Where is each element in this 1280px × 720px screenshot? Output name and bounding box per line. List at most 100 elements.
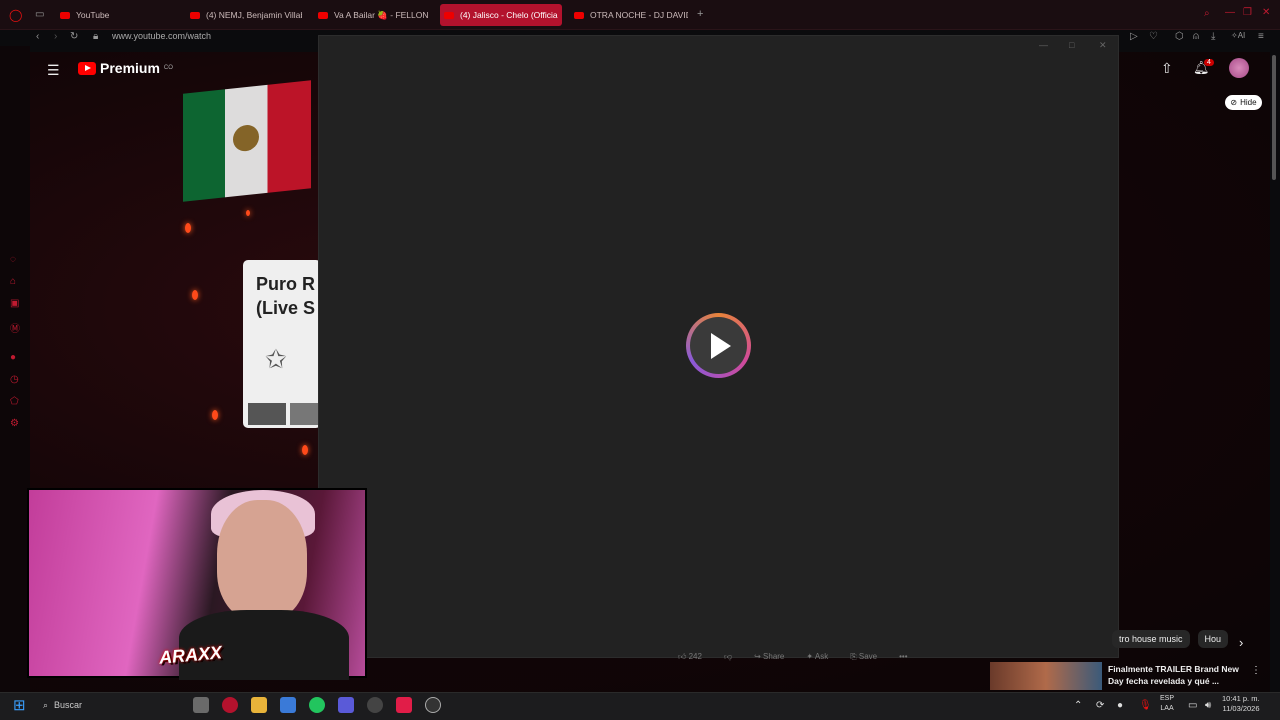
volume-icon[interactable]: 🔊︎ xyxy=(1205,700,1211,711)
ember-decoration xyxy=(302,445,308,455)
download-icon[interactable]: ⤓ xyxy=(1211,31,1215,42)
ember-decoration xyxy=(212,410,218,420)
tab-youtube[interactable]: YouTube xyxy=(56,4,176,26)
player-maximize-icon[interactable]: □ xyxy=(1069,40,1074,50)
sidebar-history-icon[interactable]: ◷ xyxy=(10,374,19,385)
new-tab-button[interactable]: + xyxy=(697,8,703,20)
sidebar-music-icon[interactable]: ● xyxy=(10,352,16,363)
video-thumbnail xyxy=(990,662,1102,690)
youtube-premium-logo[interactable]: Premium CO xyxy=(78,60,173,76)
eye-off-icon: ⊘ xyxy=(1230,98,1238,107)
category-chips: tro house music Hou xyxy=(1112,630,1229,648)
sidebar-messenger-icon[interactable]: ▣ xyxy=(10,298,19,309)
opera-taskbar-icon[interactable] xyxy=(222,697,238,713)
hide-label: Hide xyxy=(1240,98,1257,107)
hamburger-menu-icon[interactable]: ☰ xyxy=(47,62,60,79)
hide-button[interactable]: ⊘ Hide xyxy=(1225,95,1262,110)
restore-window-icon[interactable]: ❐ xyxy=(1243,7,1252,18)
search-tabs-icon[interactable]: ⌕ xyxy=(1204,8,1210,19)
microphone-icon[interactable]: 🎙︎ xyxy=(1139,700,1152,711)
player-icon[interactable]: ▷ xyxy=(1130,31,1138,42)
close-window-icon[interactable]: ✕ xyxy=(1262,7,1270,18)
youtube-favicon-icon xyxy=(574,11,584,19)
play-button[interactable] xyxy=(686,313,751,378)
taskbar-clock[interactable]: 10:41 p. m. 11/03/2026 xyxy=(1222,694,1260,714)
player-minimize-icon[interactable]: — xyxy=(1039,40,1048,50)
reload-icon[interactable]: ↻ xyxy=(70,31,78,42)
file-explorer-icon[interactable] xyxy=(251,697,267,713)
back-icon[interactable]: ‹ xyxy=(36,31,39,42)
tab-label: (4) NEMJ, Benjamin Villab xyxy=(206,10,302,20)
save-label: Save xyxy=(858,652,878,661)
browser-tab-bar: ◯ ▭ YouTube (4) NEMJ, Benjamin Villab Va… xyxy=(0,0,1280,30)
player-close-icon[interactable]: ✕ xyxy=(1099,40,1107,51)
clock-time: 10:41 p. m. xyxy=(1222,694,1260,703)
tiktok-icon[interactable] xyxy=(396,697,412,713)
kebab-menu-icon[interactable]: ⋮ xyxy=(1251,665,1261,676)
save-button[interactable]: ⎘ Save xyxy=(850,652,877,666)
tray-app-icon[interactable]: ● xyxy=(1117,700,1123,711)
tab-otra-noche[interactable]: OTRA NOCHE - DJ DAVID xyxy=(570,4,688,26)
windows-start-icon[interactable]: ⊞ xyxy=(13,696,26,714)
share-label: Share xyxy=(763,652,785,661)
profile-icon[interactable]: ⍝ xyxy=(1193,31,1199,42)
tab-overview-icon[interactable]: ▭ xyxy=(35,9,44,20)
sync-icon[interactable]: ⟳ xyxy=(1096,700,1104,711)
tab-nemj[interactable]: (4) NEMJ, Benjamin Villab xyxy=(186,4,302,26)
task-view-icon[interactable] xyxy=(193,697,209,713)
country-code: CO xyxy=(163,65,173,71)
ember-decoration xyxy=(185,223,191,233)
album-card[interactable]: Puro R (Live S ✩ xyxy=(243,260,321,428)
lang-code: ESP xyxy=(1160,695,1175,702)
media-player-icon[interactable] xyxy=(425,697,441,713)
upload-icon[interactable]: ⇧ xyxy=(1161,60,1173,77)
youtube-logo-icon xyxy=(78,61,96,75)
lock-icon: 🔒︎ xyxy=(93,31,99,42)
webcam-overlay: ARAXX xyxy=(27,488,367,680)
play-button-inner xyxy=(690,317,747,374)
whatsapp-icon[interactable] xyxy=(309,697,325,713)
recommended-video[interactable]: Finalmente TRAILER Brand New Day fecha r… xyxy=(990,662,1261,690)
tab-va-a-bailar[interactable]: Va A Bailar 🍓 - FELLON ✕ xyxy=(314,4,432,26)
chevron-up-icon[interactable]: ⌃ xyxy=(1074,700,1082,711)
heart-icon[interactable]: ♡ xyxy=(1149,31,1158,42)
network-icon[interactable]: ▭ xyxy=(1188,700,1197,711)
dislike-button[interactable]: 👎︎ xyxy=(724,652,732,666)
share-button[interactable]: ↪ Share xyxy=(754,652,784,666)
mexico-flag-image xyxy=(183,80,311,202)
sidebar-ai-icon[interactable]: ◌ xyxy=(10,254,16,265)
obs-icon[interactable] xyxy=(367,697,383,713)
page-scrollbar[interactable] xyxy=(1272,55,1276,180)
search-placeholder: Buscar xyxy=(54,700,83,710)
extensions-icon[interactable]: ⬡ xyxy=(1175,31,1184,42)
chevron-right-icon[interactable]: › xyxy=(1239,635,1243,650)
minimize-window-icon[interactable]: — xyxy=(1225,7,1235,18)
language-indicator[interactable]: ESP LAA xyxy=(1160,694,1174,714)
windows-taskbar xyxy=(0,692,1280,720)
forward-icon[interactable]: › xyxy=(54,31,57,42)
more-actions-button[interactable]: ••• xyxy=(899,652,907,666)
opera-logo-icon[interactable]: ◯ xyxy=(9,8,22,22)
tab-jalisco[interactable]: (4) Jalisco - Chelo (Officia xyxy=(440,4,562,26)
sidebar-pin-icon[interactable]: ⬠ xyxy=(10,396,19,407)
share-icon: ↪ xyxy=(754,652,761,661)
bookmark-icon: ⎘ xyxy=(850,652,857,661)
menu-icon[interactable]: ≡ xyxy=(1258,31,1264,42)
tab-label: OTRA NOCHE - DJ DAVID xyxy=(590,10,688,20)
chip-house[interactable]: Hou xyxy=(1197,630,1229,648)
url-text[interactable]: www.youtube.com/watch xyxy=(112,31,211,41)
teams-icon[interactable] xyxy=(338,697,354,713)
sidebar-settings-icon[interactable]: ⚙ xyxy=(10,418,19,429)
like-button[interactable]: 👍︎ 242 xyxy=(678,652,702,666)
store-icon[interactable] xyxy=(280,697,296,713)
ask-button[interactable]: ✦ Ask xyxy=(806,652,828,666)
chip-tech-house[interactable]: tro house music xyxy=(1112,630,1190,648)
youtube-favicon-icon xyxy=(190,11,200,19)
streamer-face xyxy=(217,500,307,620)
ai-icon[interactable]: ✧AI xyxy=(1231,31,1245,40)
avatar[interactable] xyxy=(1229,58,1249,78)
sidebar-shop-icon[interactable]: ⌂ xyxy=(10,276,16,287)
youtube-favicon-icon xyxy=(444,11,454,19)
sidebar-m-icon[interactable]: Ⓜ xyxy=(10,320,20,335)
taskbar-search[interactable]: ⌕ Buscar xyxy=(37,696,157,714)
